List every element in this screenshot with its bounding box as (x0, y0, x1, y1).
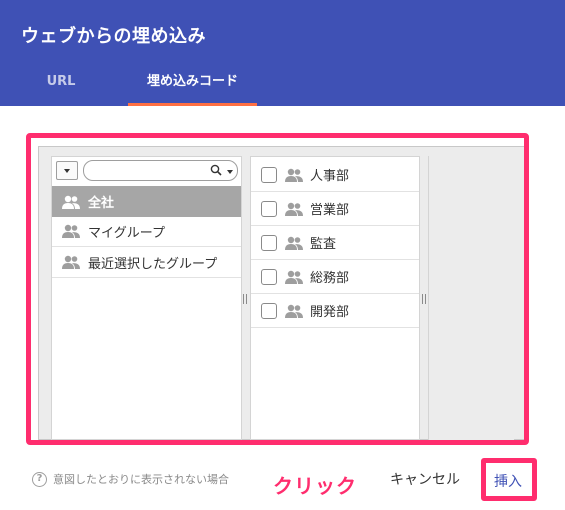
help-link[interactable]: ? 意図したとおりに表示されない場合 (32, 471, 229, 487)
tab-embed-code[interactable]: 埋め込みコード (128, 71, 257, 106)
active-tab-indicator (128, 103, 257, 106)
preview-highlight-box (26, 133, 529, 445)
cancel-button[interactable]: キャンセル (390, 469, 460, 489)
tab-url[interactable]: URL (26, 71, 96, 106)
help-text: 意図したとおりに表示されない場合 (53, 473, 229, 486)
click-annotation: クリック (273, 474, 357, 498)
dialog-header: ウェブからの埋め込み URL 埋め込みコード (0, 0, 565, 106)
question-icon: ? (32, 471, 47, 487)
dialog-title: ウェブからの埋め込み (21, 26, 206, 47)
insert-button[interactable]: 挿入 (494, 471, 522, 491)
